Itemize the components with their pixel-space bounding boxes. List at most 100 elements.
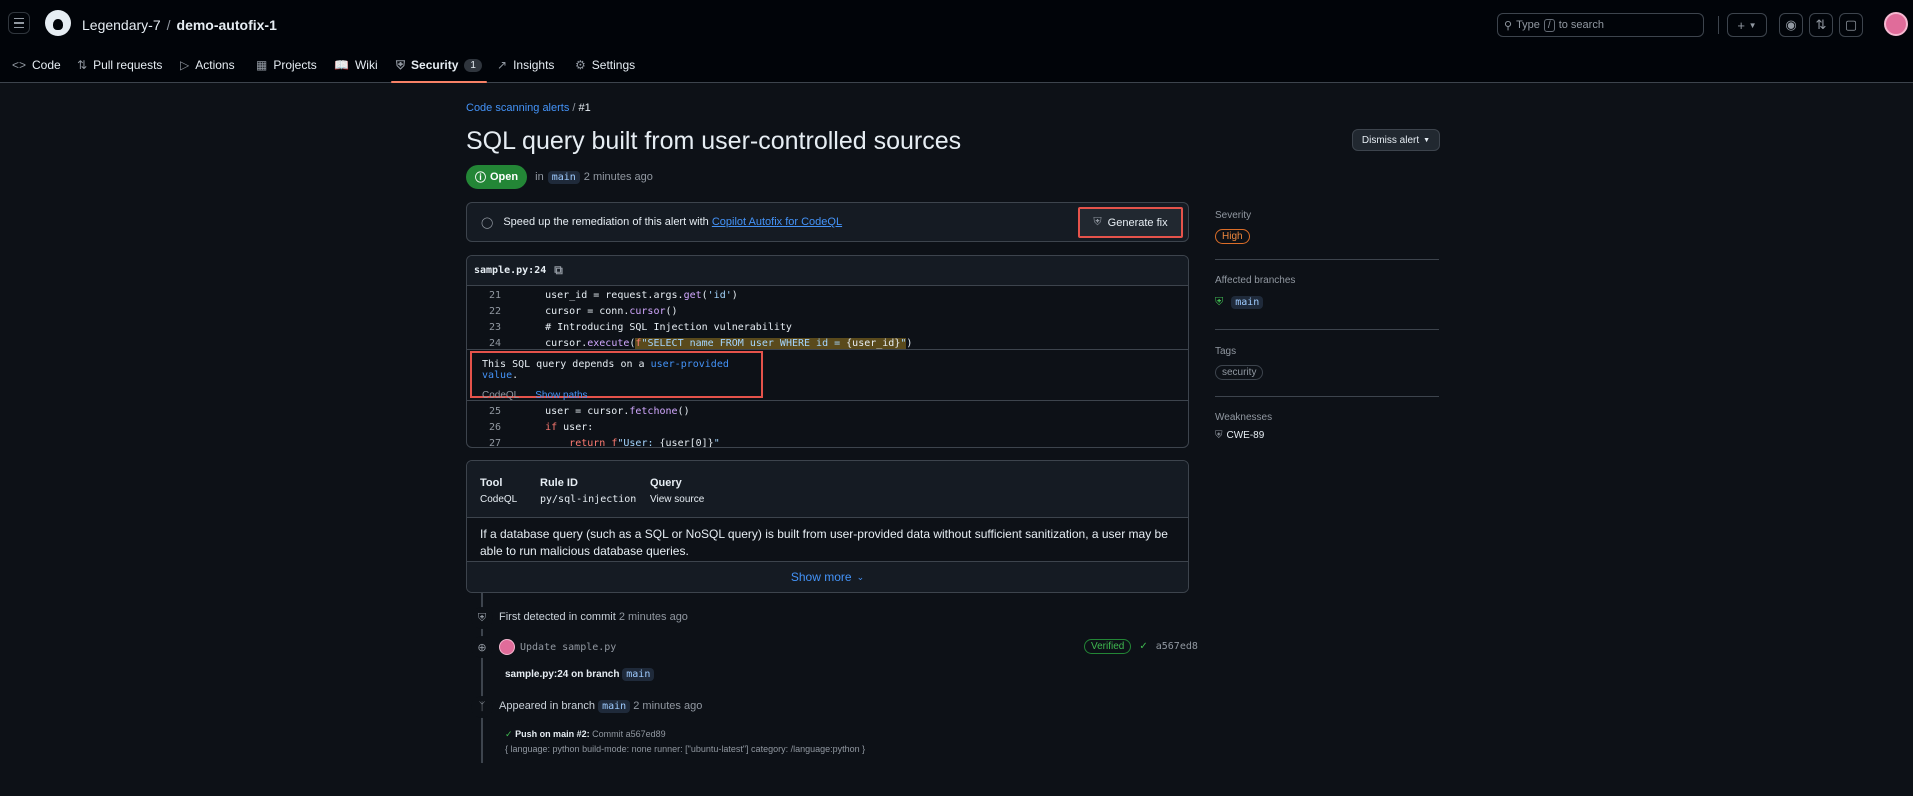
user-avatar[interactable] [1884,12,1908,36]
line-number: 27 [488,437,501,448]
file-location-link[interactable]: sample.py:24 [474,265,546,276]
tab-label: Pull requests [93,58,163,72]
branch-tag[interactable]: main [622,668,655,681]
search-input[interactable]: ⚲ Type / to search [1497,13,1704,37]
severity-heading: Severity [1215,210,1252,221]
shield-check-icon: ⛨ [1093,216,1102,228]
line-number: 21 [488,289,501,301]
affected-branch-row: ⛨ main [1215,296,1439,309]
owner-link[interactable]: Legendary-7 [82,17,161,33]
code-line: 23 # Introducing SQL Injection vulnerabi… [467,319,1188,335]
code-text: # Introducing SQL Injection vulnerabilit… [521,321,792,333]
code-scanning-alerts-link[interactable]: Code scanning alerts [466,102,569,114]
branch-tag[interactable]: main [1231,296,1264,309]
show-more-button[interactable]: Show more ⌄ [467,561,1188,592]
play-icon: ▷ [180,58,190,72]
inbox-button[interactable]: ▢ [1839,13,1863,37]
menu-icon[interactable] [8,12,30,34]
generate-fix-label: Generate fix [1107,216,1168,229]
tab-projects[interactable]: ▦ Projects [256,48,317,82]
status-label: Open [490,171,519,183]
check-icon: ✓ [505,729,513,739]
tool-value: CodeQL [480,494,518,505]
code-line: 26 if user: [467,419,1188,435]
search-icon: ⚲ [1504,19,1513,32]
tab-label: Code [32,58,61,72]
push-config: { language: python build-mode: none runn… [505,744,866,754]
copilot-autofix-link[interactable]: Copilot Autofix for CodeQL [712,216,842,228]
branch-tag[interactable]: main [547,170,580,184]
alert-message-suffix: . [512,370,519,381]
autofix-text: Speed up the remediation of this alert w… [503,216,842,228]
appeared-label: Appeared in branch [499,700,596,712]
commit-meta: Verified ✓ a567ed8 [1084,639,1198,654]
repo-nav: <> Code ⇅ Pull requests ▷ Actions ▦ Projects… [0,48,1913,83]
first-detected-text: First detected in commit 2 minutes ago [499,611,688,623]
divider [467,349,1188,350]
rule-id-value: py/sql-injection [540,494,637,505]
tab-wiki[interactable]: 📖 Wiki [334,48,378,82]
commit-message-link[interactable]: Update sample.py [520,642,616,653]
line-number: 26 [488,421,501,433]
commit-sha-link[interactable]: a567ed8 [1156,641,1198,652]
repo-breadcrumb: Legendary-7 / demo-autofix-1 [82,17,277,33]
tab-pull-requests[interactable]: ⇅ Pull requests [77,48,162,82]
pull-requests-button[interactable]: ⇅ [1809,13,1833,37]
tab-actions[interactable]: ▷ Actions [180,48,235,82]
tab-label: Settings [591,58,636,72]
tab-insights[interactable]: ↗ Insights [497,48,554,82]
rule-info-header: Tool CodeQL Rule ID py/sql-injection Que… [467,461,1188,518]
divider [1215,259,1439,260]
line-number: 23 [488,321,501,333]
code-text: user = cursor.fetchone() [521,405,690,417]
repo-link[interactable]: demo-autofix-1 [177,17,277,33]
tab-security[interactable]: ⛨ Security 1 [391,48,487,83]
code-line: 25 user = cursor.fetchone() [467,403,1188,419]
dismiss-alert-button[interactable]: Dismiss alert ▼ [1352,129,1440,151]
tag-security[interactable]: security [1215,365,1264,380]
dismiss-label: Dismiss alert [1361,134,1420,146]
branch-icon: ᛉ [471,696,493,718]
view-source-link[interactable]: View source [650,494,704,505]
weaknesses-section: Weaknesses ⛨ CWE-89 [1215,412,1439,441]
tab-settings[interactable]: ⚙ Settings [575,48,635,82]
shield-icon: ⛨ [471,607,493,629]
code-text: return f"User: {user[0]}" [569,437,720,448]
issue-icon: ◉ [1785,17,1797,32]
in-label: in [535,171,544,183]
alert-message-prefix: This SQL query depends on a [482,359,645,370]
status-badge: ⓘ Open [466,165,528,189]
generate-fix-button[interactable]: ⛨ Generate fix [1078,207,1183,238]
code-snippet: sample.py:24 ⧉ 21 user_id = request.args… [466,255,1189,448]
status-row: ⓘ Open in main 2 minutes ago [466,165,653,189]
github-logo-icon[interactable] [45,10,71,36]
inbox-icon: ▢ [1844,17,1858,32]
code-line: 27 return f"User: {user[0]}" [467,435,1188,448]
weakness-row: ⛨ CWE-89 [1215,430,1439,441]
copilot-icon: ◯ [481,216,494,229]
tab-label: Actions [195,58,235,72]
table-icon: ▦ [256,58,268,72]
commit-avatar [499,639,515,655]
issues-button[interactable]: ◉ [1779,13,1803,37]
code-line: 22 cursor = conn.cursor() [467,303,1188,319]
commit-icon: ⊕ [471,636,493,658]
rule-info-box: Tool CodeQL Rule ID py/sql-injection Que… [466,460,1189,593]
tab-code[interactable]: <> Code [12,48,61,82]
cwe-link[interactable]: CWE-89 [1227,430,1265,441]
page-title: SQL query built from user-controlled sou… [466,127,962,155]
line-number: 24 [488,337,501,349]
copy-icon[interactable]: ⧉ [554,263,563,278]
code-file-header: sample.py:24 ⧉ [467,256,1188,286]
create-new-button[interactable]: + ▼ [1727,13,1767,37]
branch-tag[interactable]: main [598,700,631,713]
breadcrumb: Code scanning alerts / #1 [466,102,591,114]
verified-badge[interactable]: Verified [1084,639,1132,654]
code-text: user_id = request.args.get('id') [521,289,738,301]
location-label: sample.py:24 on branch [505,669,620,680]
code-text: cursor = conn.cursor() [521,305,678,317]
plus-icon: + [1737,17,1746,33]
push-title-link[interactable]: Push on main #2: [515,729,590,739]
shield-icon: ⛨ [396,57,406,72]
show-more-label: Show more [790,570,852,584]
